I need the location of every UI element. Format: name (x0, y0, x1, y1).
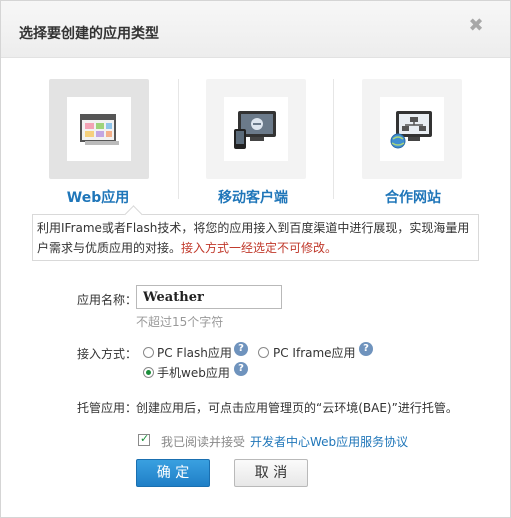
app-name-input[interactable] (136, 285, 282, 309)
type-partner-site-label: 合作网站 (385, 190, 441, 206)
create-app-dialog: 选择要创建的应用类型 ✖ Web应用 移动客户端 合作网站 利用IFrame或者… (0, 0, 511, 518)
type-description-box: 利用IFrame或者Flash技术，将您的应用接入到百度渠道中进行展现，实现海量… (32, 205, 479, 261)
mobile-client-icon (224, 97, 288, 161)
partner-site-network-icon (380, 97, 444, 161)
description-line-2: 户需求与优质应用的对接。 (37, 241, 182, 255)
radio-pc-flash-label: PC Flash应用 (157, 346, 232, 360)
type-web-app[interactable]: Web应用 (35, 79, 155, 206)
type-mobile-client-label: 移动客户端 (218, 190, 288, 206)
cancel-button[interactable]: 取 消 (234, 459, 308, 487)
type-partner-site[interactable]: 合作网站 (348, 79, 468, 206)
app-name-hint: 不超过15个字符 (136, 315, 224, 329)
description-warning: 接入方式一经选定不可修改。 (181, 241, 338, 255)
hosting-description: 创建应用后，可点击应用管理页的“云环境(BAE)”进行托管。 (136, 401, 458, 415)
access-method-label: 接入方式： (77, 347, 138, 361)
radio-pc-flash[interactable] (143, 347, 154, 358)
agree-checkbox[interactable] (138, 432, 150, 446)
radio-pc-iframe[interactable] (258, 347, 269, 358)
radio-pc-iframe-label: PC Iframe应用 (273, 346, 356, 360)
confirm-button[interactable]: 确 定 (136, 459, 210, 487)
dialog-title: 选择要创建的应用类型 (19, 26, 159, 42)
type-web-app-tile (49, 79, 149, 179)
type-web-app-label: Web应用 (66, 190, 130, 206)
help-icon[interactable]: ? (234, 362, 248, 376)
type-mobile-client-tile (206, 79, 306, 179)
help-icon[interactable]: ? (234, 342, 248, 356)
type-divider (333, 79, 334, 199)
type-partner-site-tile (362, 79, 462, 179)
radio-mobile-web-label: 手机web应用 (157, 366, 230, 380)
description-line-1: 利用IFrame或者Flash技术，将您的应用接入到百度渠道中进行展现，实现海量… (37, 221, 470, 235)
radio-mobile-web[interactable] (143, 367, 154, 378)
app-name-label: 应用名称： (77, 293, 138, 307)
hosting-label: 托管应用： (77, 401, 138, 415)
type-mobile-client[interactable]: 移动客户端 (192, 79, 312, 206)
dialog-header: 选择要创建的应用类型 ✖ (1, 1, 510, 58)
close-icon[interactable]: ✖ (467, 17, 485, 35)
help-icon[interactable]: ? (359, 342, 373, 356)
app-type-selector: Web应用 移动客户端 合作网站 (35, 79, 485, 206)
browser-window-icon (67, 97, 131, 161)
service-agreement-link[interactable]: 开发者中心Web应用服务协议 (250, 433, 408, 450)
agree-text: 我已阅读并接受 (161, 435, 246, 449)
type-divider (178, 79, 179, 199)
